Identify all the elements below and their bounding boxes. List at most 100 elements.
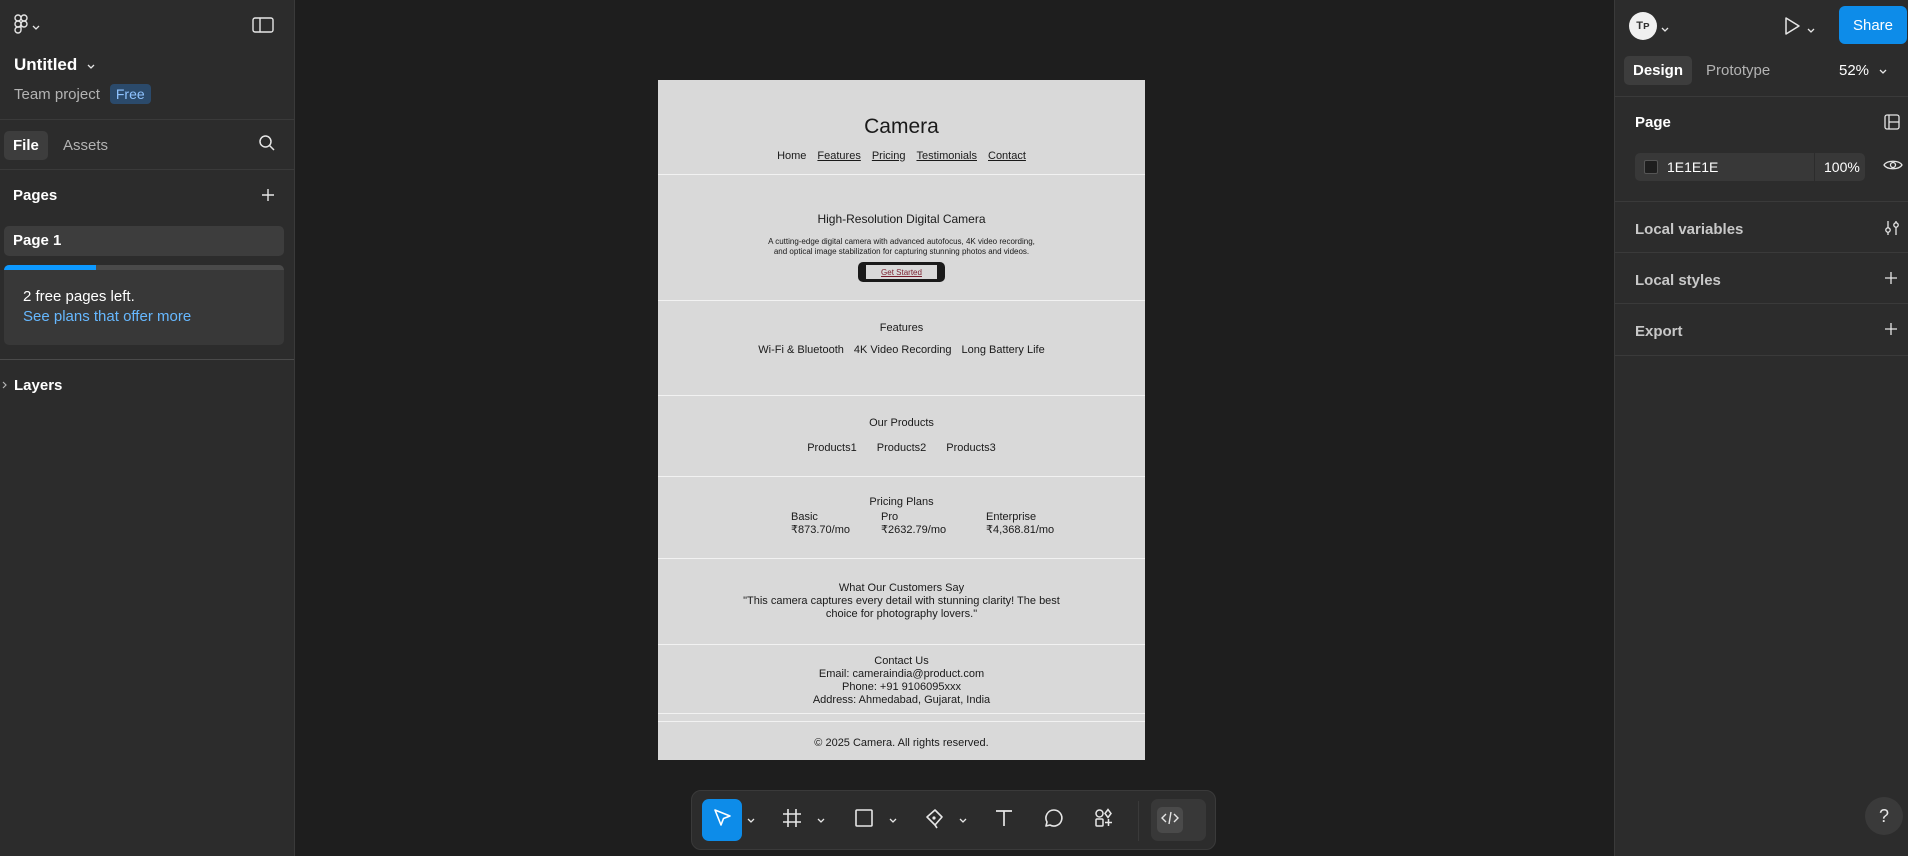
nav-features[interactable]: Features — [817, 150, 860, 162]
local-variables-title[interactable]: Local variables — [1635, 221, 1743, 238]
product-item: Products1 — [807, 442, 857, 454]
plan-enterprise: Enterprise ₹4,368.81/mo — [986, 511, 1054, 537]
upgrade-promo: 2 free pages left. See plans that offer … — [4, 265, 284, 345]
section-divider — [658, 713, 1145, 714]
hero-title: High-Resolution Digital Camera — [817, 212, 986, 226]
chevron-down-icon — [87, 55, 95, 75]
tab-design[interactable]: Design — [1624, 56, 1693, 85]
layers-header[interactable]: Layers — [0, 377, 62, 394]
page-styles-button[interactable] — [1883, 113, 1901, 136]
section-divider — [658, 644, 1145, 645]
plan-name: Basic — [791, 511, 818, 523]
design-frame[interactable]: Camera Home Features Pricing Testimonial… — [658, 80, 1145, 760]
file-title: Untitled — [14, 55, 78, 74]
file-title-button[interactable]: Untitled — [14, 55, 95, 75]
chevron-down-icon — [1879, 62, 1887, 79]
product-item: Products3 — [946, 442, 996, 454]
tab-file[interactable]: File — [4, 131, 48, 160]
chevron-down-icon — [959, 811, 967, 829]
hero-description: A cutting-edge digital camera with advan… — [658, 237, 1145, 257]
tab-assets[interactable]: Assets — [54, 131, 117, 160]
shape-tool-menu[interactable] — [886, 799, 900, 841]
tab-prototype[interactable]: Prototype — [1697, 56, 1779, 85]
dev-mode-knob — [1157, 807, 1183, 833]
feature-item: 4K Video Recording — [853, 344, 952, 356]
local-styles-title: Local styles — [1635, 272, 1721, 289]
pen-icon — [923, 807, 945, 834]
zoom-dropdown[interactable]: 52% — [1839, 62, 1887, 79]
plan-price: ₹2632.79/mo — [881, 524, 947, 536]
variables-button[interactable] — [1883, 219, 1901, 242]
actions-tool-button[interactable] — [1084, 799, 1124, 841]
hero-desc-line: A cutting-edge digital camera with advan… — [768, 237, 1035, 246]
left-tabs: File Assets — [0, 120, 294, 170]
pen-tool-button[interactable] — [914, 799, 954, 841]
add-export-button[interactable] — [1883, 321, 1899, 342]
main-menu-button[interactable] — [14, 14, 40, 39]
layers-label: Layers — [14, 377, 63, 394]
move-tool-menu[interactable] — [744, 799, 758, 841]
help-button[interactable]: ? — [1865, 797, 1903, 835]
hero-desc-line: and optical image stabilization for capt… — [773, 247, 1030, 256]
actions-icon — [1093, 807, 1115, 834]
section-divider — [658, 395, 1145, 396]
dev-mode-toggle[interactable] — [1151, 799, 1206, 841]
comment-icon — [1043, 807, 1065, 834]
section-divider — [658, 476, 1145, 477]
chevron-down-icon — [747, 811, 755, 829]
plan-pro: Pro ₹2632.79/mo — [881, 511, 946, 537]
see-plans-link[interactable]: See plans that offer more — [23, 308, 191, 325]
divider — [1615, 303, 1908, 304]
chevron-down-icon[interactable] — [1661, 20, 1669, 38]
plan-name: Enterprise — [986, 511, 1037, 523]
toggle-sidebar-button[interactable] — [252, 17, 274, 38]
toolbar-divider — [1138, 801, 1139, 841]
feature-item: Long Battery Life — [961, 344, 1045, 356]
frame-tool-button[interactable] — [772, 799, 812, 841]
products-list: Products1 Products2 Products3 — [658, 442, 1145, 454]
rectangle-tool-button[interactable] — [844, 799, 884, 841]
nav-testimonials[interactable]: Testimonials — [916, 150, 977, 162]
pen-tool-menu[interactable] — [956, 799, 970, 841]
background-opacity-input[interactable]: 100 % — [1814, 153, 1865, 181]
page-background-field[interactable]: 1E1E1E 100 % — [1635, 153, 1865, 181]
rectangle-icon — [853, 807, 875, 834]
file-header: Untitled Team project Free — [0, 0, 294, 120]
nav-home[interactable]: Home — [777, 150, 806, 162]
comment-tool-button[interactable] — [1034, 799, 1074, 841]
add-page-button[interactable] — [260, 187, 276, 208]
page-item[interactable]: Page 1 — [4, 226, 284, 256]
frame-tool-menu[interactable] — [814, 799, 828, 841]
divider — [1615, 96, 1908, 97]
contact-details: Email: cameraindia@product.com Phone: +9… — [658, 668, 1145, 707]
frame-icon — [781, 807, 803, 834]
chevron-down-icon — [817, 811, 825, 829]
page-section-title: Page — [1635, 114, 1671, 131]
present-button[interactable] — [1783, 16, 1801, 41]
chevron-down-icon — [32, 18, 40, 36]
toggle-visibility-button[interactable] — [1883, 158, 1903, 177]
plan-badge[interactable]: Free — [109, 84, 151, 104]
play-icon — [1783, 17, 1801, 40]
move-tool-button[interactable] — [702, 799, 742, 841]
features-list: Wi-Fi & Bluetooth 4K Video Recording Lon… — [658, 344, 1145, 356]
quote-line: "This camera captures every detail with … — [743, 595, 1060, 607]
team-name[interactable]: Team project — [14, 86, 100, 103]
color-swatch[interactable] — [1644, 160, 1658, 174]
add-style-button[interactable] — [1883, 270, 1899, 291]
move-icon — [711, 807, 733, 834]
chevron-down-icon[interactable] — [1807, 21, 1815, 39]
divider — [1615, 252, 1908, 253]
nav-pricing[interactable]: Pricing — [872, 150, 906, 162]
plus-icon — [260, 189, 276, 207]
avatar[interactable]: Tᴘ — [1629, 12, 1657, 40]
divider — [1615, 201, 1908, 202]
text-tool-button[interactable] — [984, 799, 1024, 841]
background-hex-input[interactable]: 1E1E1E — [1667, 159, 1783, 175]
eye-icon — [1883, 159, 1903, 176]
get-started-button[interactable]: Get Started — [858, 262, 945, 282]
pages-usage-bar — [4, 265, 284, 270]
share-button[interactable]: Share — [1839, 6, 1907, 44]
search-button[interactable] — [258, 134, 276, 157]
nav-contact[interactable]: Contact — [988, 150, 1026, 162]
